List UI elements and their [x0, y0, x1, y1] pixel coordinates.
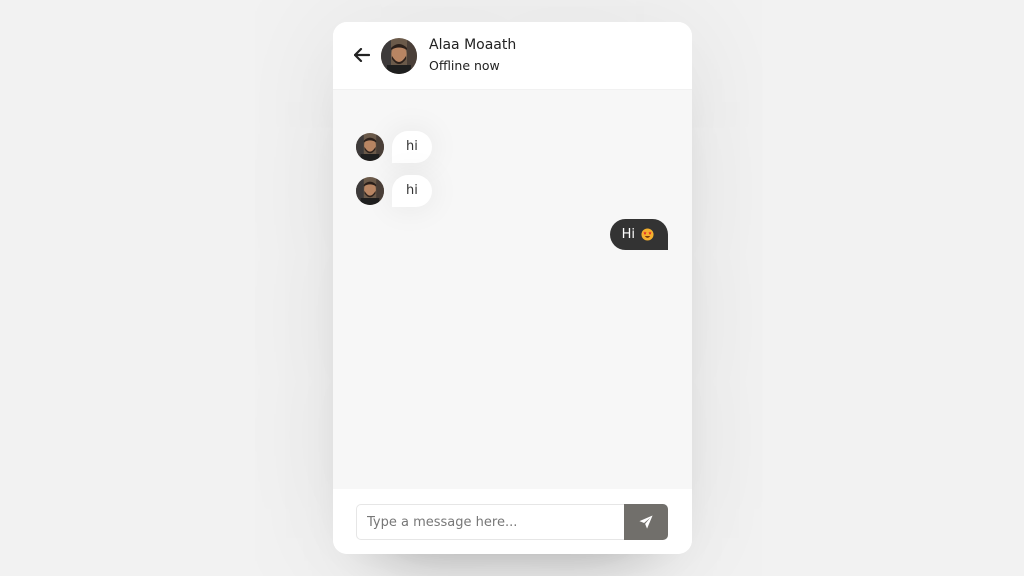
contact-avatar — [381, 38, 417, 74]
send-button[interactable] — [624, 504, 668, 540]
arrow-left-icon — [354, 48, 370, 62]
sender-avatar — [356, 133, 384, 161]
incoming-bubble: hi — [392, 175, 432, 207]
chat-header: Alaa Moaath Offline now — [333, 22, 692, 90]
outgoing-bubble: Hi — [609, 219, 668, 250]
message-input[interactable] — [356, 504, 624, 540]
outgoing-text: Hi — [621, 227, 635, 242]
star-struck-emoji-icon — [641, 228, 654, 241]
incoming-bubble: hi — [392, 131, 432, 163]
contact-status: Offline now — [429, 58, 500, 73]
chat-window: Alaa Moaath Offline now hi hi Hi Type a … — [333, 22, 692, 554]
chat-box: hi hi Hi — [333, 90, 692, 489]
contact-name: Alaa Moaath — [429, 37, 517, 53]
typing-area — [333, 489, 692, 554]
paper-plane-icon — [639, 515, 653, 529]
sender-avatar — [356, 177, 384, 205]
back-button[interactable] — [351, 44, 373, 66]
